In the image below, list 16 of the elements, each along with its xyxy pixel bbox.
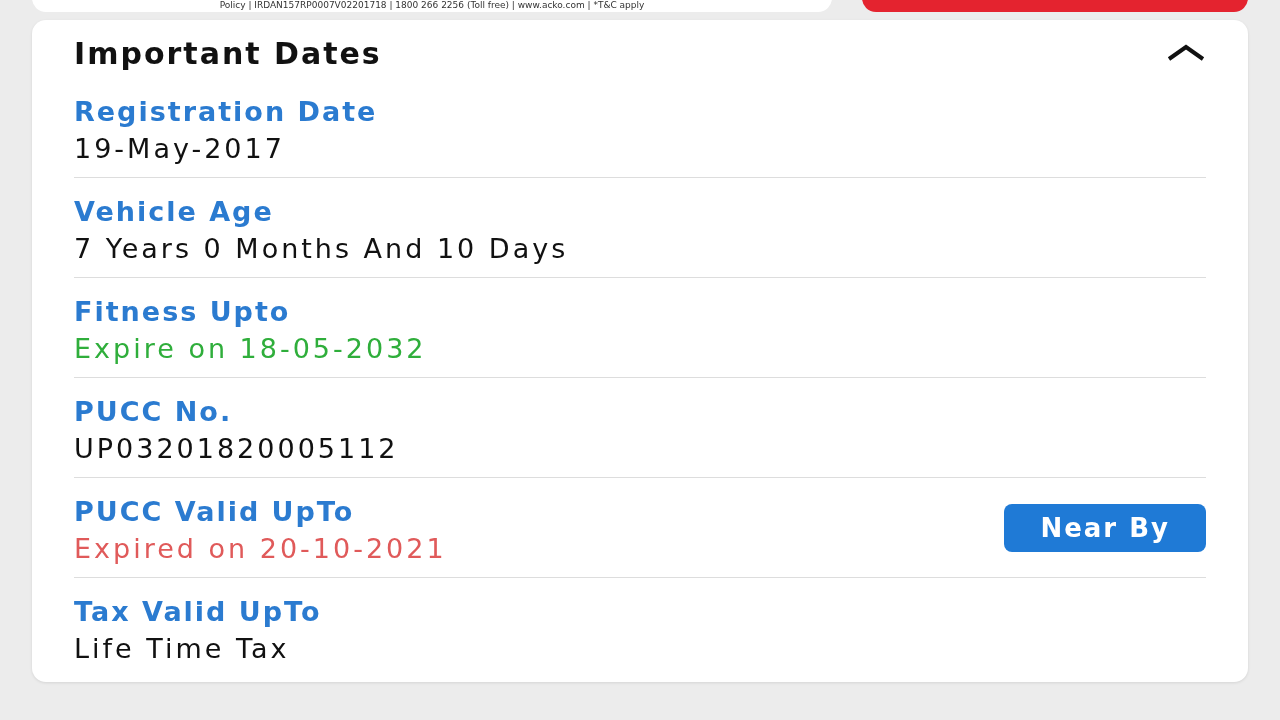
field-value: 19-May-2017 — [74, 132, 286, 164]
field-label: PUCC Valid UpTo — [74, 495, 356, 527]
field-label: Fitness Upto — [74, 295, 292, 327]
field-label: Tax Valid UpTo — [74, 596, 322, 627]
near-by-button[interactable]: Near By — [1004, 503, 1206, 552]
field-value: Life Time Tax — [74, 633, 291, 664]
field-value: Expire on 18-05-2032 — [74, 332, 427, 364]
card-title: Important Dates — [74, 35, 382, 71]
field-label: Vehicle Age — [74, 195, 275, 227]
collapse-chevron-icon[interactable] — [1166, 43, 1206, 63]
policy-footnote: Policy | IRDAN157RP0007V02201718 | 1800 266 2256 (Toll free) | www.acko.com | *T&C apply — [219, 0, 645, 10]
field-label: Registration Date — [74, 95, 378, 127]
field-value: UP03201820005112 — [74, 432, 399, 464]
field-label: PUCC No. — [74, 395, 234, 427]
field-value: Expired on 20-10-2021 — [74, 532, 447, 564]
field-value: 7 Years 0 Months And 10 Days — [74, 232, 569, 264]
